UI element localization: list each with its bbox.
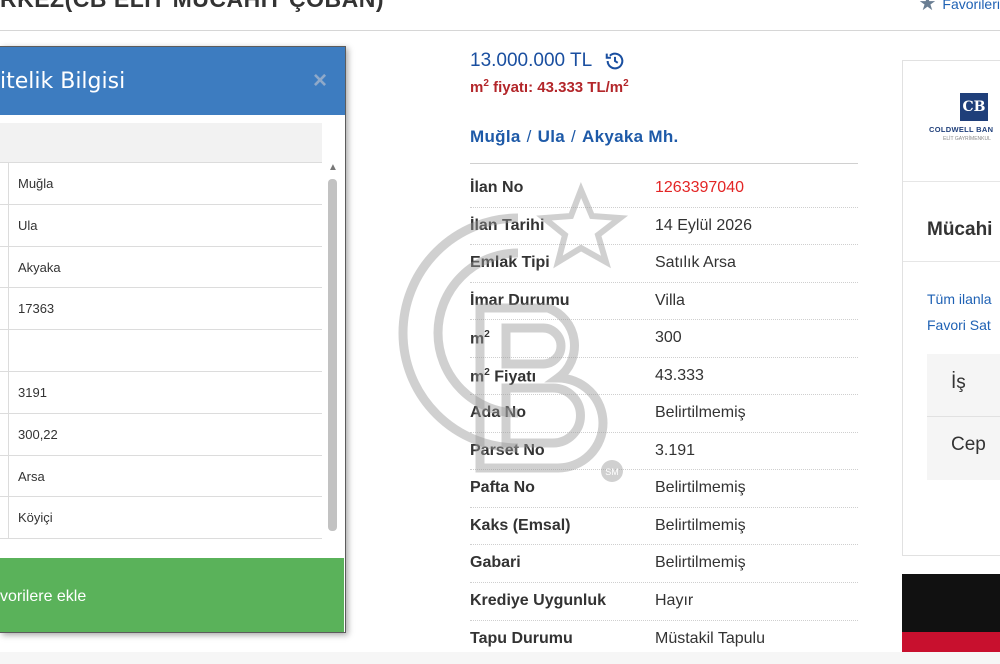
table-row: m2 Fiyatı 43.333 [470,358,858,396]
agency-logo-sub: ELİT GAYRİMENKUL [943,136,991,142]
list-item: 300,22 [0,413,322,456]
contact-box: İş Cep [927,354,1000,480]
m2-price: m2 fiyatı: 43.333 TL/m2 [470,78,629,96]
scrollbar[interactable]: ▲ ▼ [325,161,341,558]
list-item: Akyaka [0,246,322,289]
listing-details: İlan No 1263397040 İlan Tarihi 14 Eylül 20… [470,170,858,659]
close-icon[interactable]: × [313,67,327,95]
info-divider [470,163,858,164]
header-divider [0,30,1000,31]
breadcrumb-neighborhood[interactable]: Akyaka Mh. [582,127,679,146]
scrollbar-thumb[interactable] [328,179,337,531]
list-item: Ula [0,204,322,247]
star-icon: ★ [918,0,937,15]
table-row: Ada No Belirtilmemiş [470,395,858,433]
scroll-up-arrow-icon[interactable]: ▲ [325,161,341,175]
table-row: Gabari Belirtilmemiş [470,545,858,584]
listing-price: 13.000.000 TL [470,50,626,72]
breadcrumb-district[interactable]: Ula [538,127,565,146]
list-item [0,330,322,372]
table-row: İlan Tarihi 14 Eylül 2026 [470,208,858,246]
property-info-modal: itelik Bilgisi × Muğla Ula Akyaka 17363 … [0,46,346,633]
bottom-strip [0,652,1000,664]
favorites-label: Favorileri [942,0,1000,12]
mobile-phone-label[interactable]: Cep [951,434,986,456]
page-title: RKEZ(CB ELİT MÜCAHİT ÇOBAN) [0,0,384,13]
table-row: Krediye Uygunluk Hayır [470,583,858,621]
list-item: Muğla [0,163,322,205]
breadcrumb-city[interactable]: Muğla [470,127,521,146]
table-row: İmar Durumu Villa [470,283,858,321]
list-item: 17363 [0,288,322,331]
table-row: Pafta No Belirtilmemiş [470,470,858,508]
all-listings-link[interactable]: Tüm ilanla [927,291,992,307]
list-item: Arsa [0,455,322,498]
list-item: Köyiçi [0,497,322,540]
attribute-list: Muğla Ula Akyaka 17363 3191 300,22 Arsa … [0,163,322,540]
table-header-band [0,123,322,163]
agent-name[interactable]: Mücahi [927,219,992,241]
favorites-link[interactable]: ★ Favorileri [918,0,1000,14]
agency-logo-mark: CB [960,93,988,121]
table-row: Parset No 3.191 [470,433,858,471]
favorite-seller-link[interactable]: Favori Sat [927,317,991,333]
modal-body[interactable]: Muğla Ula Akyaka 17363 3191 300,22 Arsa … [0,115,344,558]
price-value: 13.000.000 TL [470,50,593,71]
table-row: m2 300 [470,320,858,358]
card-divider [903,261,1000,262]
agency-logo: CB COLDWELL BAN ELİT GAYRİMENKUL [929,91,1000,151]
table-row: Emlak Tipi Satılık Arsa [470,245,858,283]
ilan-no-value: 1263397040 [655,179,744,196]
table-row: Kaks (Emsal) Belirtilmemiş [470,508,858,546]
table-row: İlan No 1263397040 [470,170,858,208]
agent-card: CB COLDWELL BAN ELİT GAYRİMENKUL Mücahi … [902,60,1000,556]
contact-divider [927,416,1000,417]
agency-logo-text: COLDWELL BAN [929,125,994,134]
breadcrumb: Muğla / Ula / Akyaka Mh. [470,127,679,146]
modal-title: itelik Bilgisi [0,69,126,94]
work-phone-label[interactable]: İş [951,372,966,394]
modal-header: itelik Bilgisi × [0,47,345,115]
list-item: 3191 [0,371,322,414]
add-to-favorites-button[interactable]: vorilere ekle [0,558,344,632]
price-history-icon[interactable] [604,50,626,72]
card-divider [903,181,1000,182]
ad-banner[interactable] [902,574,1000,664]
add-to-favorites-label: vorilere ekle [0,588,87,605]
